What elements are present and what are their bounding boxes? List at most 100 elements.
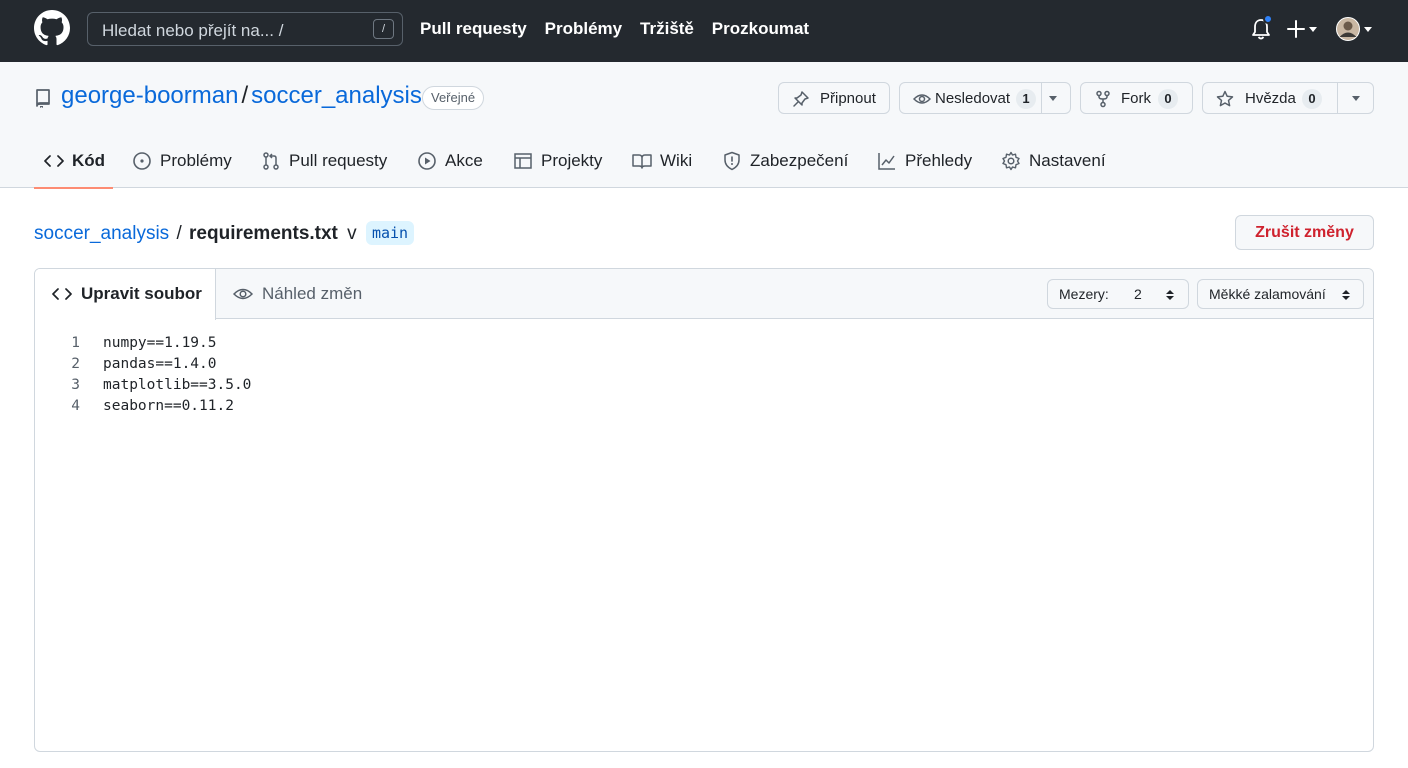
tab-settings-label: Nastavení bbox=[1029, 151, 1106, 170]
github-logo-icon[interactable] bbox=[34, 10, 70, 46]
book-icon bbox=[632, 154, 652, 169]
line-content[interactable]: matplotlib==3.5.0 bbox=[103, 377, 251, 393]
notification-dot bbox=[1263, 14, 1273, 24]
nav-issues[interactable]: Problémy bbox=[545, 19, 622, 39]
chevron-down-icon[interactable] bbox=[1352, 96, 1360, 101]
line-number: 3 bbox=[71, 377, 80, 393]
tab-security-label: Zabezpečení bbox=[750, 151, 849, 170]
file-name-input[interactable]: requirements.txt bbox=[189, 223, 338, 244]
nav-explore[interactable]: Prozkoumat bbox=[712, 19, 809, 39]
file-editor: Upravit soubor Náhled změn Mezery: 2 Měk… bbox=[34, 268, 1374, 752]
create-new-icon[interactable] bbox=[1287, 16, 1323, 42]
star-count: 0 bbox=[1302, 89, 1322, 109]
indent-label: Mezery: bbox=[1059, 286, 1109, 302]
star-icon bbox=[1216, 90, 1234, 107]
code-line: 4 seaborn==0.11.2 bbox=[35, 396, 1373, 417]
star-button[interactable]: Hvězda 0 bbox=[1202, 82, 1374, 114]
tab-issues[interactable]: Problémy bbox=[122, 140, 240, 188]
tab-preview-changes-label: Náhled změn bbox=[262, 284, 363, 303]
tab-code-label: Kód bbox=[72, 151, 106, 170]
tab-insights[interactable]: Přehledy bbox=[867, 140, 979, 188]
tab-insights-label: Přehledy bbox=[905, 151, 973, 170]
indent-size-select[interactable]: Mezery: 2 bbox=[1047, 279, 1189, 309]
repo-title: george-boorman / soccer_analysis bbox=[61, 82, 422, 110]
watch-label: Nesledovat bbox=[935, 90, 1011, 107]
repo-icon bbox=[36, 89, 50, 108]
pin-button[interactable]: Připnout bbox=[778, 82, 890, 114]
search-input[interactable]: Hledat nebo přejít na... / / bbox=[87, 12, 403, 46]
repo-name-link[interactable]: soccer_analysis bbox=[251, 82, 422, 109]
visibility-badge: Veřejné bbox=[422, 86, 485, 110]
star-divider bbox=[1337, 83, 1338, 113]
tab-pull-requests-label: Pull requesty bbox=[289, 151, 388, 170]
fork-icon bbox=[1096, 90, 1110, 108]
repo-header: george-boorman / soccer_analysis Veřejné P… bbox=[0, 62, 1408, 189]
line-number: 2 bbox=[71, 356, 80, 372]
code-line: 3 matplotlib==3.5.0 bbox=[35, 375, 1373, 396]
wrap-mode-select[interactable]: Měkké zalamování bbox=[1197, 279, 1364, 309]
tab-settings[interactable]: Nastavení bbox=[991, 140, 1107, 188]
tab-projects[interactable]: Projekty bbox=[503, 140, 611, 188]
tab-actions-label: Akce bbox=[445, 151, 483, 170]
shield-icon bbox=[724, 151, 740, 171]
search-shortcut-key: / bbox=[373, 19, 394, 39]
select-arrows-icon bbox=[1166, 290, 1174, 300]
code-line: 1 numpy==1.19.5 bbox=[35, 333, 1373, 354]
fork-label: Fork bbox=[1121, 90, 1151, 107]
nav-marketplace[interactable]: Tržiště bbox=[640, 19, 694, 39]
play-icon bbox=[418, 152, 436, 170]
cancel-changes-button[interactable]: Zrušit změny bbox=[1235, 215, 1374, 250]
branch-badge: main bbox=[365, 221, 415, 245]
editor-toolbar: Upravit soubor Náhled změn Mezery: 2 Měk… bbox=[35, 269, 1373, 320]
tab-projects-label: Projekty bbox=[541, 151, 603, 170]
tab-actions[interactable]: Akce bbox=[407, 140, 493, 188]
global-header: Hledat nebo přejít na... / / Pull reques… bbox=[0, 0, 1408, 62]
watch-divider bbox=[1041, 83, 1042, 113]
tab-wiki-label: Wiki bbox=[660, 151, 693, 170]
indent-value: 2 bbox=[1134, 286, 1142, 302]
line-content[interactable]: seaborn==0.11.2 bbox=[103, 398, 234, 414]
repo-title-separator: / bbox=[241, 82, 249, 109]
line-number: 1 bbox=[71, 335, 80, 351]
code-editor-area[interactable]: 1 numpy==1.19.5 2 pandas==1.4.0 3 matplo… bbox=[35, 333, 1373, 417]
global-nav: Pull requesty Problémy Tržiště Prozkouma… bbox=[420, 19, 823, 41]
tab-issues-label: Problémy bbox=[160, 151, 232, 170]
line-content[interactable]: numpy==1.19.5 bbox=[103, 335, 217, 351]
gear-icon bbox=[1002, 151, 1020, 171]
code-icon bbox=[52, 288, 72, 300]
search-placeholder: Hledat nebo přejít na... / bbox=[102, 21, 284, 40]
tab-code[interactable]: Kód bbox=[34, 140, 113, 189]
avatar[interactable] bbox=[1336, 16, 1376, 42]
tab-security[interactable]: Zabezpečení bbox=[712, 140, 858, 188]
breadcrumb-in-word: v bbox=[347, 223, 357, 244]
tab-pull-requests[interactable]: Pull requesty bbox=[251, 140, 397, 188]
repo-owner-link[interactable]: george-boorman bbox=[61, 82, 238, 109]
star-label: Hvězda bbox=[1245, 90, 1296, 107]
breadcrumb-separator: / bbox=[176, 223, 182, 244]
eye-icon bbox=[233, 288, 253, 300]
watch-count: 1 bbox=[1016, 89, 1036, 109]
breadcrumb: soccer_analysis / requirements.txt v mai… bbox=[34, 221, 415, 245]
select-arrows-icon bbox=[1342, 290, 1350, 300]
tab-preview-changes[interactable]: Náhled změn bbox=[233, 269, 393, 320]
watch-button[interactable]: Nesledovat 1 bbox=[899, 82, 1071, 114]
fork-button[interactable]: Fork 0 bbox=[1080, 82, 1193, 114]
code-icon bbox=[44, 155, 64, 167]
line-content[interactable]: pandas==1.4.0 bbox=[103, 356, 217, 372]
issue-icon bbox=[133, 152, 151, 170]
pin-icon bbox=[793, 91, 809, 107]
code-line: 2 pandas==1.4.0 bbox=[35, 354, 1373, 375]
graph-icon bbox=[878, 153, 895, 170]
table-icon bbox=[514, 153, 532, 169]
pull-request-icon bbox=[263, 152, 279, 170]
repo-tabs: Kód Problémy Pull requesty Akce Projekty… bbox=[34, 140, 1134, 189]
nav-pull-requests[interactable]: Pull requesty bbox=[420, 19, 527, 39]
line-number: 4 bbox=[71, 398, 80, 414]
tab-wiki[interactable]: Wiki bbox=[622, 140, 702, 188]
chevron-down-icon[interactable] bbox=[1049, 96, 1057, 101]
fork-count: 0 bbox=[1158, 89, 1178, 109]
eye-icon bbox=[913, 94, 931, 104]
wrap-mode-value: Měkké zalamování bbox=[1209, 286, 1326, 302]
breadcrumb-repo-link[interactable]: soccer_analysis bbox=[34, 223, 169, 244]
tab-edit-file[interactable]: Upravit soubor bbox=[35, 269, 216, 320]
